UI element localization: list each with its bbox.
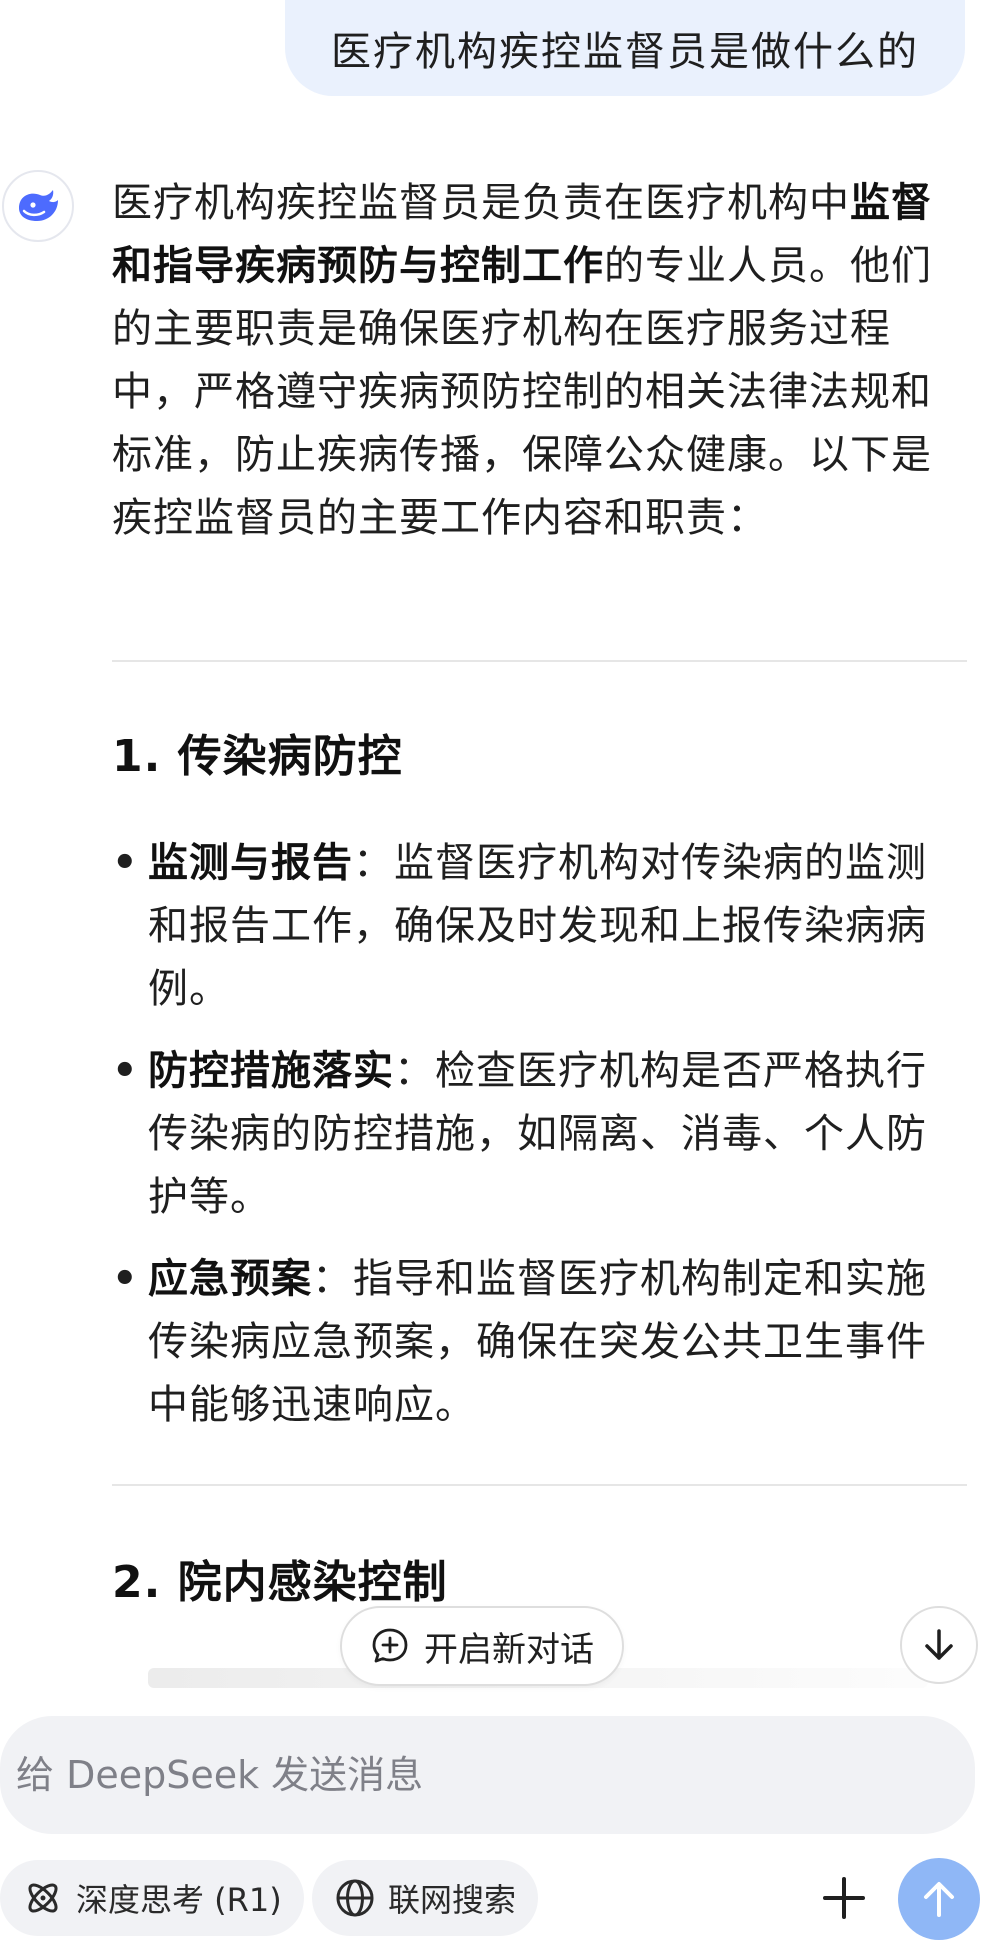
new-chat-button[interactable]: 开启新对话: [340, 1606, 624, 1686]
send-button[interactable]: [898, 1858, 980, 1940]
arrow-down-icon: [925, 1629, 953, 1660]
bullet-dot: •: [112, 1048, 139, 1094]
deep-think-button[interactable]: 深度思考 (R1): [0, 1860, 304, 1936]
globe-icon: [336, 1879, 374, 1917]
bullet-dot: •: [112, 840, 139, 886]
scroll-to-bottom-button[interactable]: [900, 1606, 978, 1684]
list-item: • 应急预案：指导和监督医疗机构制定和实施传染病应急预案，确保在突发公共卫生事件…: [112, 1248, 962, 1437]
web-search-button[interactable]: 联网搜索: [312, 1860, 539, 1936]
section-heading: 2. 院内感染控制: [112, 1557, 448, 1608]
message-input-box[interactable]: [0, 1716, 975, 1834]
message-input[interactable]: [16, 1753, 916, 1797]
section-divider: [112, 660, 967, 662]
bullet-dot: •: [112, 1256, 139, 1302]
bullet-term: 防控措施落实: [148, 1048, 394, 1094]
attach-button[interactable]: [808, 1862, 880, 1934]
new-chat-label: 开启新对话: [424, 1629, 594, 1670]
list-item: • 防控措施落实：检查医疗机构是否严格执行传染病的防控措施，如隔离、消毒、个人防…: [112, 1040, 962, 1229]
user-message-text: 医疗机构疾控监督员是做什么的: [331, 29, 919, 75]
bullet-term: 应急预案: [148, 1256, 312, 1302]
bullet-term: 监测与报告: [148, 840, 353, 886]
user-message-bubble: 医疗机构疾控监督员是做什么的: [285, 0, 965, 96]
section-divider: [112, 1484, 967, 1486]
section-heading: 1. 传染病防控: [112, 731, 403, 782]
deepseek-logo-icon: [19, 190, 58, 221]
plus-icon: [823, 1877, 865, 1919]
list-item: • 监测与报告：监督医疗机构对传染病的监测和报告工作，确保及时发现和上报传染病病…: [112, 832, 962, 1021]
chat-plus-icon: [372, 1628, 408, 1663]
intro-text-start: 医疗机构疾控监督员是负责在医疗机构中: [112, 180, 850, 226]
deepseek-avatar: [2, 170, 74, 242]
atom-icon: [28, 1883, 58, 1913]
web-search-label: 联网搜索: [388, 1881, 517, 1919]
arrow-up-icon: [924, 1882, 954, 1917]
deep-think-label: 深度思考 (R1): [76, 1881, 282, 1919]
chat-screen: 医疗机构疾控监督员是做什么的 医疗机构疾控监督员是负责在医疗机构中监督和指导疾病…: [0, 0, 985, 1948]
answer-intro-paragraph: 医疗机构疾控监督员是负责在医疗机构中监督和指导疾病预防与控制工作的专业人员。他们…: [112, 172, 962, 550]
